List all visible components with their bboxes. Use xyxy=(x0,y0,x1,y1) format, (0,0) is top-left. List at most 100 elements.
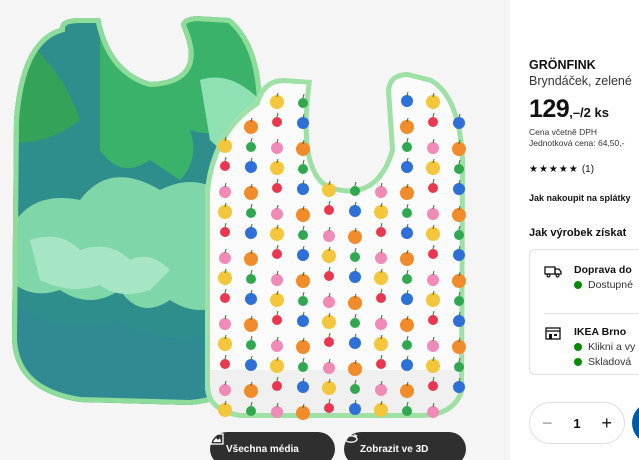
fruit-dot xyxy=(350,186,360,196)
vat-note: Cena včetně DPH xyxy=(529,127,598,137)
fruit-dot xyxy=(220,227,230,237)
fruit-dot xyxy=(296,208,310,222)
fruit-dot xyxy=(350,252,360,262)
rating[interactable]: ★★★★★ (1) xyxy=(529,164,594,175)
fruit-dot xyxy=(324,403,334,413)
view-3d-label: Zobrazit ve 3D xyxy=(360,443,429,455)
availability-title: Jak výrobek získat xyxy=(529,227,627,239)
fruit-dot xyxy=(245,359,257,371)
fruit-dot xyxy=(426,227,440,241)
fruit-dot xyxy=(427,274,439,286)
fruit-dot xyxy=(220,161,230,171)
fruit-dot xyxy=(400,252,414,266)
fruit-dot xyxy=(246,406,256,416)
fruit-dot xyxy=(324,271,334,281)
quantity-value: 1 xyxy=(573,415,581,431)
card-divider xyxy=(544,313,639,314)
fruit-dot xyxy=(297,183,309,195)
fruit-dot xyxy=(350,384,360,394)
fruit-dot xyxy=(271,142,283,154)
product-description: Bryndáček, zelené xyxy=(529,74,632,88)
fruit-dot xyxy=(348,230,362,244)
fruit-dot xyxy=(244,186,258,200)
all-media-button[interactable]: Všechna média xyxy=(210,432,335,460)
quantity-stepper[interactable]: − 1 + xyxy=(529,402,625,444)
fruit-dot xyxy=(427,406,439,418)
add-to-cart-button[interactable] xyxy=(632,402,639,444)
fruit-dot xyxy=(270,161,284,175)
delivery-title: Doprava do xyxy=(574,264,632,276)
fruit-dot xyxy=(271,406,283,418)
fruit-dot xyxy=(297,315,309,327)
fruit-dot xyxy=(402,208,412,218)
fruit-dot xyxy=(220,359,230,369)
fruit-dot xyxy=(348,296,362,310)
gallery-icon xyxy=(210,433,224,445)
fruit-dot xyxy=(349,205,361,217)
fruit-dot xyxy=(454,362,464,372)
fruit-dot xyxy=(400,186,414,200)
fruit-dot xyxy=(402,142,412,152)
fruit-dot xyxy=(376,293,386,303)
fruit-dot xyxy=(427,208,439,220)
fruit-dot xyxy=(453,183,465,195)
fruit-dot xyxy=(245,161,257,173)
rating-count: (1) xyxy=(581,164,595,175)
delivery-option[interactable]: Doprava do Dostupné xyxy=(544,264,633,291)
fruit-dot xyxy=(374,205,388,219)
store-line-2: Skladová xyxy=(574,356,635,368)
product-name: GRÖNFINK xyxy=(529,58,596,72)
fruit-dot xyxy=(401,161,413,173)
fruit-dot xyxy=(322,249,336,263)
fruit-dot xyxy=(427,142,439,154)
fruit-dot xyxy=(324,337,334,347)
fruit-dot xyxy=(297,249,309,261)
fruit-dot xyxy=(244,120,258,134)
installment-link[interactable]: Jak nakoupit na splátky xyxy=(529,193,631,203)
view-3d-button[interactable]: Zobrazit ve 3D xyxy=(344,432,466,460)
fruit-dot xyxy=(400,318,414,332)
fruit-dot xyxy=(219,252,231,264)
fruit-dot xyxy=(298,230,308,240)
availability-card: Doprava do Dostupné IKEA Brno Klikni a v… xyxy=(529,249,639,375)
fruit-stem xyxy=(354,181,357,187)
decrease-quantity-button[interactable]: − xyxy=(542,413,553,434)
fruit-dot xyxy=(401,359,413,371)
fruit-dot xyxy=(453,381,465,393)
fruit-dot xyxy=(272,249,282,259)
fruit-dot xyxy=(244,252,258,266)
fruit-dot xyxy=(270,293,284,307)
fruit-dot xyxy=(270,95,284,109)
fruit-dot xyxy=(245,293,257,305)
fruit-dot xyxy=(298,164,308,174)
fruit-dot xyxy=(375,252,387,264)
fruit-dot xyxy=(401,95,413,107)
fruit-dot xyxy=(452,340,466,354)
fruit-dot xyxy=(323,362,335,374)
product-image-gallery[interactable]: Všechna média Zobrazit ve 3D xyxy=(0,0,510,460)
product-price: 129,–/2 ks xyxy=(529,95,609,124)
fruit-dot xyxy=(401,293,413,305)
price-main: 129 xyxy=(529,95,570,123)
store-option[interactable]: IKEA Brno Klikni a vy Skladová xyxy=(544,326,635,368)
fruit-dot xyxy=(453,117,465,129)
fruit-dot xyxy=(298,362,308,372)
fruit-dot xyxy=(244,318,258,332)
fruit-dot xyxy=(400,384,414,398)
fruit-dot xyxy=(375,384,387,396)
fruit-dot xyxy=(296,340,310,354)
fruit-dot xyxy=(428,249,438,259)
fruit-dot xyxy=(350,318,360,328)
store-line-1-text: Klikni a vy xyxy=(588,341,636,353)
delivery-status: Dostupné xyxy=(574,279,633,291)
fruit-dot xyxy=(324,205,334,215)
fruit-dot xyxy=(218,139,232,153)
status-dot-icon xyxy=(574,343,582,351)
fruit-dot xyxy=(297,381,309,393)
fruit-dot xyxy=(220,293,230,303)
fruit-dot xyxy=(218,403,232,417)
fruit-dot xyxy=(454,164,464,174)
increase-quantity-button[interactable]: + xyxy=(601,413,612,434)
fruit-dot xyxy=(296,406,310,420)
fruit-dot xyxy=(246,340,256,350)
